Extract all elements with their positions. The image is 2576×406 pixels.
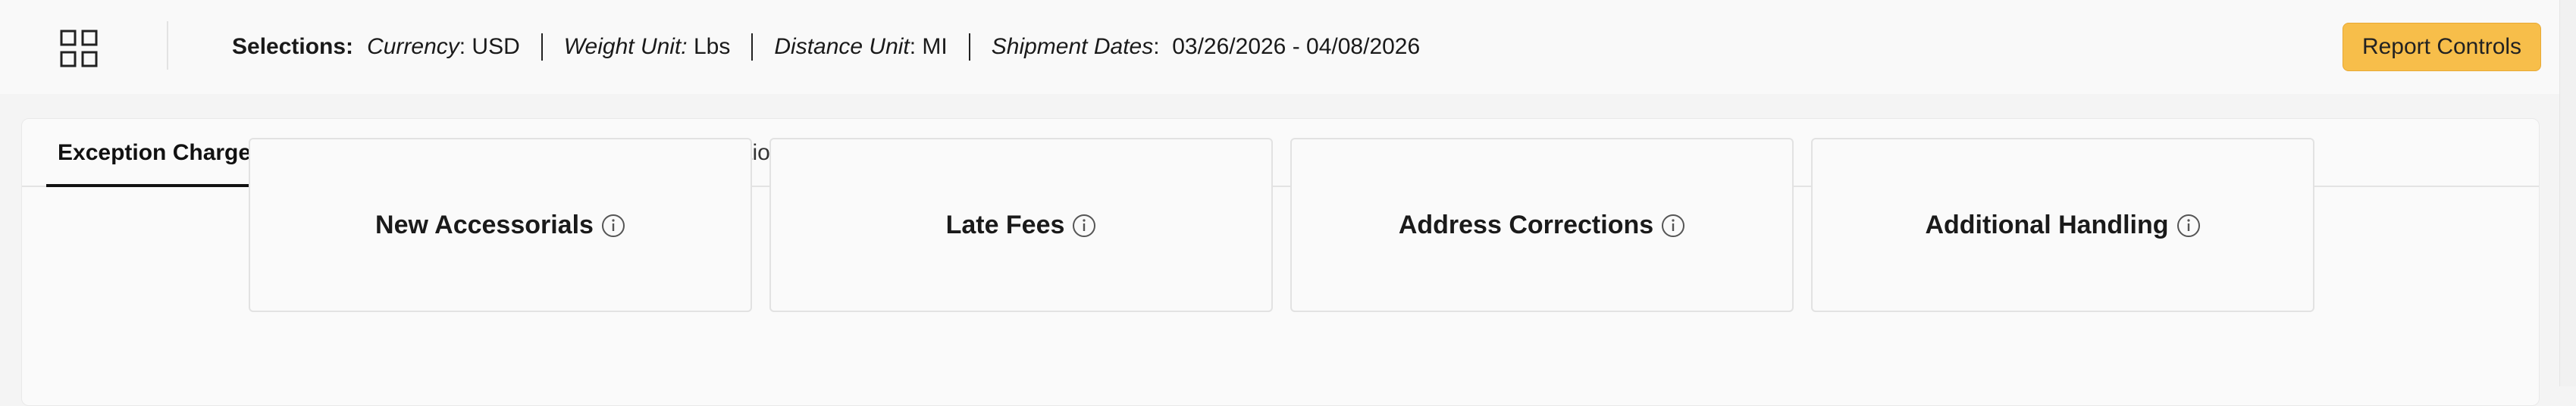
report-controls-button[interactable]: Report Controls bbox=[2343, 23, 2541, 71]
vertical-scrollbar[interactable] bbox=[2559, 0, 2576, 386]
weight-value: Lbs bbox=[687, 34, 731, 59]
selection-separator bbox=[968, 33, 970, 61]
weight-key: Weight Unit: bbox=[563, 34, 688, 59]
dates-key: Shipment Dates bbox=[991, 34, 1154, 59]
header-divider bbox=[167, 21, 168, 70]
dates-selection: Shipment Dates : 03/26/2026 - 04/08/2026 bbox=[992, 34, 1420, 60]
grid-icon bbox=[60, 30, 98, 67]
currency-selection: Currency : USD bbox=[367, 34, 520, 60]
dates-value: : 03/26/2026 - 04/08/2026 bbox=[1153, 34, 1421, 59]
card-title-text: New Accessorials bbox=[375, 211, 594, 239]
top-bar: Selections: Currency : USD Weight Unit: … bbox=[0, 0, 2576, 94]
info-icon[interactable] bbox=[2176, 214, 2201, 238]
currency-key: Currency bbox=[367, 34, 459, 59]
info-icon[interactable] bbox=[1661, 214, 1685, 238]
card-title-text: Late Fees bbox=[945, 211, 1065, 239]
card-title-text: Address Corrections bbox=[1398, 211, 1654, 239]
info-icon[interactable] bbox=[1072, 214, 1096, 238]
selection-separator bbox=[541, 33, 543, 61]
card-title-address-corrections: Address Corrections bbox=[1290, 211, 1794, 240]
card-title-new-accessorials: New Accessorials bbox=[249, 211, 752, 240]
card-title-text: Additional Handling bbox=[1925, 211, 2169, 239]
apps-menu-button[interactable] bbox=[58, 27, 100, 70]
info-icon[interactable] bbox=[601, 214, 625, 238]
distance-key: Distance Unit bbox=[774, 34, 910, 59]
selections-summary: Selections: Currency : USD Weight Unit: … bbox=[232, 0, 1420, 94]
currency-value: : USD bbox=[459, 34, 520, 59]
selection-separator bbox=[751, 33, 754, 61]
distance-value: : MI bbox=[909, 34, 948, 59]
active-tab-indicator bbox=[46, 184, 263, 187]
weight-selection: Weight Unit: Lbs bbox=[564, 34, 731, 60]
card-title-additional-handling: Additional Handling bbox=[1811, 211, 2314, 240]
tab-exception-charges[interactable]: Exception Charges bbox=[58, 119, 264, 187]
distance-selection: Distance Unit : MI bbox=[774, 34, 947, 60]
card-title-late-fees: Late Fees bbox=[769, 211, 1273, 240]
selections-label: Selections: bbox=[232, 34, 354, 59]
